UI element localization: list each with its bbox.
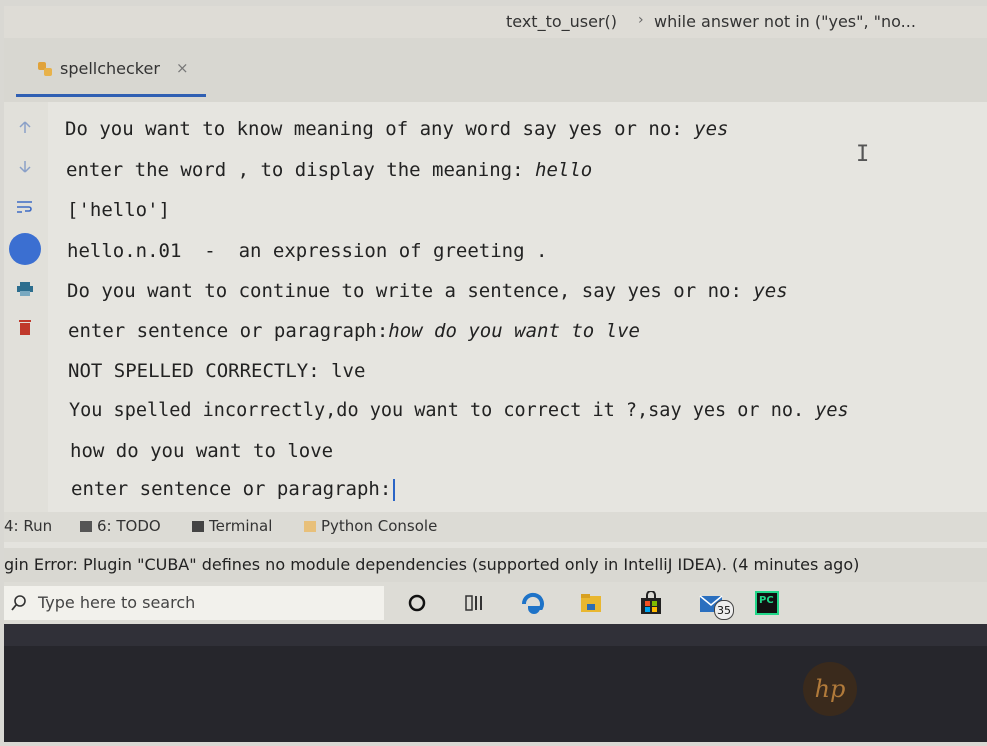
status-bar: gin Error: Plugin "CUBA" defines no modu… xyxy=(4,548,987,582)
editor-tab-bar: spellchecker × xyxy=(4,38,987,102)
python-console-label: Python Console xyxy=(321,517,438,535)
user-input: how do you want to lve xyxy=(388,320,640,342)
status-message[interactable]: gin Error: Plugin "CUBA" defines no modu… xyxy=(4,555,859,574)
prompt-text: enter sentence or paragraph: xyxy=(71,478,392,500)
tool-window-terminal[interactable]: Terminal xyxy=(192,517,272,535)
console-line: enter sentence or paragraph:how do you w… xyxy=(68,320,640,342)
breadcrumb: text_to_user() › while answer not in ("y… xyxy=(4,6,987,38)
mouse-ibeam-cursor: I xyxy=(856,142,870,167)
tool-window-bar: 4: Run 6: TODO Terminal Python Console xyxy=(4,512,987,542)
active-tab-indicator xyxy=(16,94,206,97)
scroll-down-icon[interactable] xyxy=(14,156,36,178)
breadcrumb-function[interactable]: text_to_user() xyxy=(506,12,617,31)
console-line: hello.n.01 - an expression of greeting . xyxy=(67,240,547,262)
prompt-text: You spelled incorrectly,do you want to c… xyxy=(69,400,816,421)
output-text: ['hello'] xyxy=(67,199,170,221)
todo-icon xyxy=(80,521,92,532)
tool-window-python-console[interactable]: Python Console xyxy=(304,517,437,535)
text-caret xyxy=(393,478,396,501)
edge-icon[interactable] xyxy=(520,590,546,616)
stop-trash-icon[interactable] xyxy=(14,316,36,338)
console-line: enter the word , to display the meaning:… xyxy=(66,159,592,181)
breadcrumb-statement[interactable]: while answer not in ("yes", "no... xyxy=(654,12,916,31)
scroll-up-icon[interactable] xyxy=(14,116,36,138)
console-line: Do you want to know meaning of any word … xyxy=(65,118,728,140)
console-line: enter sentence or paragraph: xyxy=(71,478,396,501)
tool-window-todo[interactable]: 6: TODO xyxy=(80,517,161,535)
terminal-label: Terminal xyxy=(209,517,273,535)
console-line: Do you want to continue to write a sente… xyxy=(67,280,788,302)
windows-taskbar: Type here to search 35 PC xyxy=(4,582,987,630)
run-gutter xyxy=(4,102,48,512)
tab-label: spellchecker xyxy=(60,59,160,78)
user-input: hello xyxy=(535,159,593,181)
pycharm-label: PC xyxy=(755,591,779,615)
todo-label: 6: TODO xyxy=(97,517,161,535)
store-icon[interactable] xyxy=(638,590,664,616)
run-console[interactable]: Do you want to know meaning of any word … xyxy=(48,102,987,512)
cortana-icon[interactable] xyxy=(404,590,430,616)
screen: text_to_user() › while answer not in ("y… xyxy=(4,6,987,646)
print-icon[interactable] xyxy=(14,278,36,300)
breadcrumb-separator: › xyxy=(638,12,644,28)
taskbar-search[interactable]: Type here to search xyxy=(4,586,384,620)
search-placeholder: Type here to search xyxy=(38,593,196,612)
soft-wrap-icon[interactable] xyxy=(14,196,36,218)
python-console-icon xyxy=(304,521,316,532)
console-line: You spelled incorrectly,do you want to c… xyxy=(69,400,849,421)
tab-close-icon[interactable]: × xyxy=(176,59,189,77)
tool-window-run[interactable]: 4: Run xyxy=(4,517,52,535)
console-line: ['hello'] xyxy=(67,199,170,221)
user-input: yes xyxy=(815,400,849,421)
output-text: NOT SPELLED CORRECTLY: lve xyxy=(68,360,366,382)
prompt-text: enter sentence or paragraph: xyxy=(68,320,389,342)
output-text: hello.n.01 - an expression of greeting . xyxy=(67,240,548,262)
hp-logo: hp xyxy=(803,662,857,716)
user-input: yes xyxy=(694,118,729,140)
rerun-icon[interactable] xyxy=(8,232,42,266)
file-explorer-icon[interactable] xyxy=(578,590,604,616)
prompt-text: Do you want to know meaning of any word … xyxy=(65,118,695,140)
prompt-text: Do you want to continue to write a sente… xyxy=(67,280,754,302)
bezel-edge xyxy=(4,624,987,646)
search-icon xyxy=(11,595,26,611)
pycharm-icon[interactable]: PC xyxy=(754,590,780,616)
user-input: yes xyxy=(753,280,788,302)
python-file-icon xyxy=(38,62,52,76)
console-line: how do you want to love xyxy=(70,440,333,462)
terminal-icon xyxy=(192,521,204,532)
mail-badge: 35 xyxy=(714,600,734,620)
mail-icon[interactable]: 35 xyxy=(694,590,734,620)
tab-spellchecker[interactable]: spellchecker × xyxy=(16,56,206,86)
task-view-icon[interactable] xyxy=(462,590,488,616)
output-text: how do you want to love xyxy=(70,440,334,462)
console-line: NOT SPELLED CORRECTLY: lve xyxy=(68,360,365,382)
prompt-text: enter the word , to display the meaning: xyxy=(66,159,535,181)
